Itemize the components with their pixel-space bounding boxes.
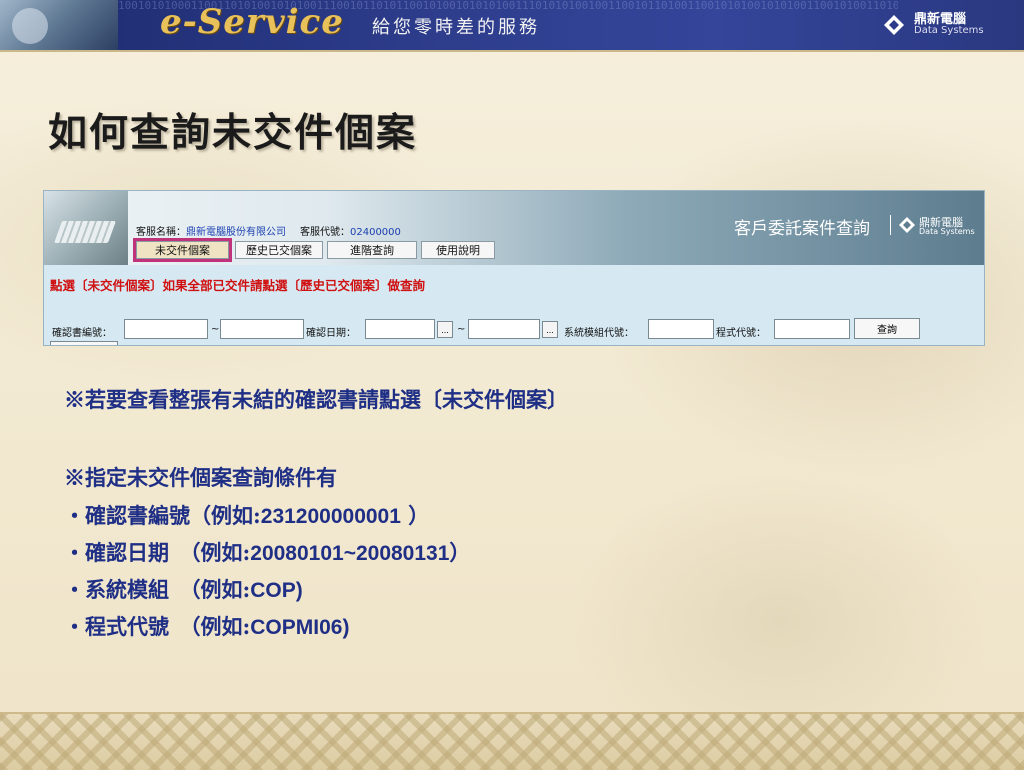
module-label: 系統模組代號： bbox=[564, 328, 634, 339]
date-to-picker-button[interactable]: ... bbox=[542, 321, 558, 338]
criteria-item: ・系統模組 （例如:COP) bbox=[64, 574, 303, 604]
criteria-prefix: ・確認書編號（例如: bbox=[64, 503, 261, 528]
customer-name-value: 鼎新電腦股份有限公司 bbox=[186, 227, 286, 238]
date-from-picker-button[interactable]: ... bbox=[437, 321, 453, 338]
instruction-line-1: ※若要查看整張有未結的確認書請點選〔未交件個案〕 bbox=[64, 387, 568, 412]
banner-slogan: 給您零時差的服務 bbox=[372, 17, 540, 38]
program-input[interactable] bbox=[774, 319, 850, 339]
criteria-value: COPMI06) bbox=[250, 616, 350, 639]
program-label: 程式代號： bbox=[716, 328, 766, 339]
tab-history-cases[interactable]: 歷史已交個案 bbox=[235, 241, 323, 259]
company-logo: 鼎新電腦 Data Systems bbox=[884, 8, 1004, 42]
app-logo-subtitle: Data Systems bbox=[919, 227, 975, 236]
criteria-suffix: ） bbox=[400, 503, 430, 528]
company-logo-subtitle: Data Systems bbox=[914, 25, 984, 36]
customer-name-label: 客服名稱： bbox=[136, 227, 186, 238]
criteria-item: ・確認日期 （例如:20080101~20080131） bbox=[64, 537, 470, 567]
app-screenshot: 客服名稱：鼎新電腦股份有限公司 客服代號：02400000 客戶委託案件查詢 鼎新… bbox=[43, 190, 985, 346]
customer-code-label: 客服代號： bbox=[300, 227, 350, 238]
customer-code-value: 02400000 bbox=[350, 227, 401, 238]
banner-photo bbox=[0, 0, 118, 50]
brand-logo-text: e-Service bbox=[160, 2, 344, 42]
date-to-input[interactable] bbox=[468, 319, 540, 339]
criteria-prefix: ・系統模組 （例如: bbox=[64, 577, 251, 602]
diamond-logo-icon bbox=[884, 15, 904, 35]
criteria-item: ・確認書編號（例如:231200000001 ） bbox=[64, 500, 429, 530]
keyboard-photo bbox=[44, 191, 128, 265]
instruction-line-2: ※指定未交件個案查詢條件有 bbox=[64, 465, 337, 490]
date-label: 確認日期： bbox=[306, 328, 356, 339]
criteria-value: COP) bbox=[250, 579, 303, 602]
range-tilde: ~ bbox=[211, 324, 220, 335]
app-title: 客戶委託案件查詢 bbox=[734, 219, 870, 239]
query-button[interactable]: 查詢 bbox=[854, 318, 920, 339]
page-title: 如何查詢未交件個案 bbox=[48, 110, 418, 156]
customer-info: 客服名稱：鼎新電腦股份有限公司 客服代號：02400000 bbox=[136, 223, 401, 238]
tab-pending-cases[interactable]: 未交件個案 bbox=[133, 238, 232, 262]
title-divider bbox=[890, 215, 891, 235]
diamond-logo-icon bbox=[899, 217, 915, 233]
doc-no-label: 確認書編號： bbox=[52, 328, 112, 339]
clipped-button[interactable] bbox=[50, 341, 118, 345]
top-banner: 1001010100011001101010010101001110010110… bbox=[0, 0, 1024, 52]
criteria-suffix: ） bbox=[449, 540, 471, 565]
doc-no-to-input[interactable] bbox=[220, 319, 304, 339]
date-range-tilde: ~ bbox=[457, 324, 466, 335]
tab-usage-guide[interactable]: 使用說明 bbox=[421, 241, 495, 259]
decorative-bottom-border bbox=[0, 712, 1024, 770]
module-input[interactable] bbox=[648, 319, 714, 339]
app-header: 客服名稱：鼎新電腦股份有限公司 客服代號：02400000 客戶委託案件查詢 鼎新… bbox=[44, 191, 984, 265]
criteria-prefix: ・程式代號 （例如: bbox=[64, 614, 251, 639]
criteria-value: 231200000001 bbox=[260, 505, 401, 528]
doc-no-from-input[interactable] bbox=[124, 319, 208, 339]
date-from-input[interactable] bbox=[365, 319, 435, 339]
instruction-notice: 點選〔未交件個案〕如果全部已交件請點選〔歷史已交個案〕做查詢 bbox=[50, 278, 426, 293]
tab-advanced-query[interactable]: 進階查詢 bbox=[327, 241, 417, 259]
criteria-value: 20080101~20080131 bbox=[250, 542, 450, 565]
criteria-item: ・程式代號 （例如:COPMI06) bbox=[64, 611, 349, 641]
criteria-prefix: ・確認日期 （例如: bbox=[64, 540, 251, 565]
app-company-logo: 鼎新電腦 Data Systems bbox=[899, 214, 979, 238]
